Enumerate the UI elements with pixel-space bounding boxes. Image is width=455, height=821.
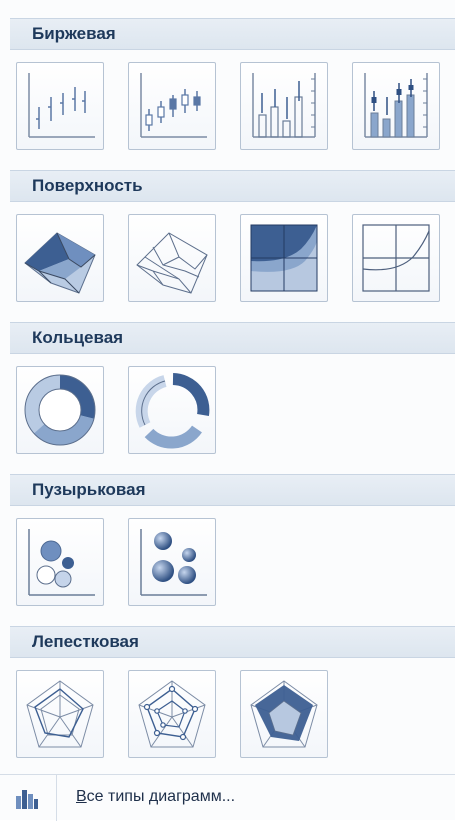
all-chart-types-label: се типы диаграмм... — [86, 788, 236, 805]
all-chart-types-link[interactable]: Все типы диаграмм... — [76, 788, 235, 806]
bubble-3d-icon — [140, 529, 207, 596]
surface-3d-tile[interactable] — [16, 214, 104, 302]
access-key-char: В — [76, 788, 87, 805]
section-title: Кольцевая — [32, 328, 124, 347]
radar-tile[interactable] — [16, 670, 104, 758]
surface-wireframe-3d-tile[interactable] — [128, 214, 216, 302]
section-title: Биржевая — [32, 24, 116, 43]
surface-3d-icon — [24, 232, 96, 294]
stock-ohlc-tile[interactable] — [128, 62, 216, 150]
stock-volume-hlc-icon — [252, 73, 316, 138]
doughnut-icon — [24, 374, 96, 446]
footer-separator — [56, 775, 57, 821]
contour-wireframe-icon — [362, 224, 430, 292]
radar-markers-icon — [138, 680, 206, 748]
exploded-doughnut-icon — [135, 373, 210, 449]
section-header-surface: Поверхность — [10, 170, 455, 202]
chart-types-icon — [16, 790, 38, 809]
exploded-doughnut-tile[interactable] — [128, 366, 216, 454]
stock-hlc-tile[interactable] — [16, 62, 104, 150]
bubble-3d-tile[interactable] — [128, 518, 216, 606]
section-header-doughnut: Кольцевая — [10, 322, 455, 354]
footer-bar: Все типы диаграмм... — [0, 774, 455, 821]
chart-gallery-panel: Биржевая Поверхность Кольцевая Пузырьков… — [0, 0, 455, 821]
radar-markers-tile[interactable] — [128, 670, 216, 758]
section-header-bubble: Пузырьковая — [10, 474, 455, 506]
section-header-stock: Биржевая — [10, 18, 455, 50]
stock-ohlc-icon — [140, 73, 207, 138]
filled-radar-icon — [250, 680, 318, 748]
contour-tile[interactable] — [240, 214, 328, 302]
section-title: Пузырьковая — [32, 480, 146, 499]
section-title: Поверхность — [32, 176, 143, 195]
stock-volume-ohlc-tile[interactable] — [352, 62, 440, 150]
bubble-icon — [28, 529, 95, 596]
contour-wireframe-tile[interactable] — [352, 214, 440, 302]
doughnut-tile[interactable] — [16, 366, 104, 454]
contour-icon — [250, 224, 318, 292]
stock-hlc-icon — [28, 73, 95, 138]
section-title: Лепестковая — [32, 632, 139, 651]
section-header-radar: Лепестковая — [10, 626, 455, 658]
radar-icon — [26, 680, 94, 748]
filled-radar-tile[interactable] — [240, 670, 328, 758]
stock-volume-hlc-tile[interactable] — [240, 62, 328, 150]
bubble-tile[interactable] — [16, 518, 104, 606]
surface-wireframe-3d-icon — [136, 232, 208, 294]
stock-volume-ohlc-icon — [364, 73, 428, 138]
